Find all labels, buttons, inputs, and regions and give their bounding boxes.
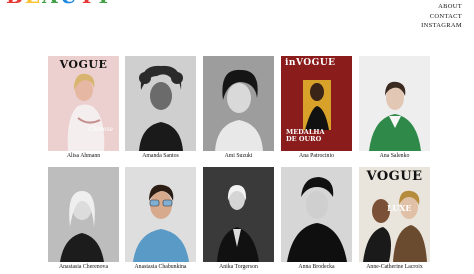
model-photo[interactable] [203, 167, 274, 262]
model-photo[interactable] [125, 56, 196, 151]
site-logo[interactable]: BEAUTY [6, 0, 116, 4]
nav-about[interactable]: ABOUT [421, 2, 462, 12]
model-name[interactable]: Anastasia Chabunkina [125, 264, 196, 270]
model-card[interactable]: Anastasia Cherenova [48, 167, 119, 270]
model-name[interactable]: Anna Brodecka [281, 264, 352, 270]
magazine-title: VOGUE [59, 58, 108, 71]
model-card[interactable]: Ami Suzuki [203, 56, 274, 159]
model-name[interactable]: Ana Patrocinio [281, 153, 352, 159]
model-name[interactable]: Amanda Santos [125, 153, 196, 159]
model-photo[interactable] [125, 167, 196, 262]
model-name[interactable]: Ami Suzuki [203, 153, 274, 159]
model-name[interactable]: Alisa Ahmann [48, 153, 119, 159]
main-nav: ABOUT CONTACT INSTAGRAM [421, 2, 462, 31]
model-name[interactable]: Anastasia Cherenova [48, 264, 119, 270]
model-card[interactable]: inVOGUE MEDALHA DE OURO Ana Patrocinio [281, 56, 352, 159]
model-photo[interactable]: inVOGUE MEDALHA DE OURO [281, 56, 352, 151]
model-card[interactable]: VOGUE LUXE Anne-Catherine Lacroix [359, 167, 430, 270]
model-name[interactable]: Anne-Catherine Lacroix [359, 264, 430, 270]
model-card[interactable]: Anastasia Chabunkina [125, 167, 196, 270]
model-photo[interactable]: VOGUE LUXE [359, 167, 430, 262]
model-photo[interactable] [359, 56, 430, 151]
nav-contact[interactable]: CONTACT [421, 12, 462, 22]
model-name[interactable]: Ana Salenko [359, 153, 430, 159]
model-photo[interactable] [203, 56, 274, 151]
model-card[interactable]: Anna Brodecka [281, 167, 352, 270]
model-card[interactable]: Amanda Santos [125, 56, 196, 159]
model-card[interactable]: Ana Salenko [359, 56, 430, 159]
nav-instagram[interactable]: INSTAGRAM [421, 21, 462, 31]
model-name[interactable]: Anika Torgerson [203, 264, 274, 270]
model-photo[interactable] [48, 167, 119, 262]
model-photo[interactable] [281, 167, 352, 262]
model-card[interactable]: Anika Torgerson [203, 167, 274, 270]
cover-text: MEDALHA DE OURO [286, 128, 325, 143]
model-card[interactable]: VOGUE Chinese Alisa Ahmann [48, 56, 119, 159]
cover-text: Chinese [88, 126, 113, 133]
cover-text: LUXE [387, 203, 412, 213]
model-photo[interactable]: VOGUE Chinese [48, 56, 119, 151]
magazine-title: inVOGUE [285, 58, 336, 68]
magazine-title: VOGUE [366, 169, 423, 184]
